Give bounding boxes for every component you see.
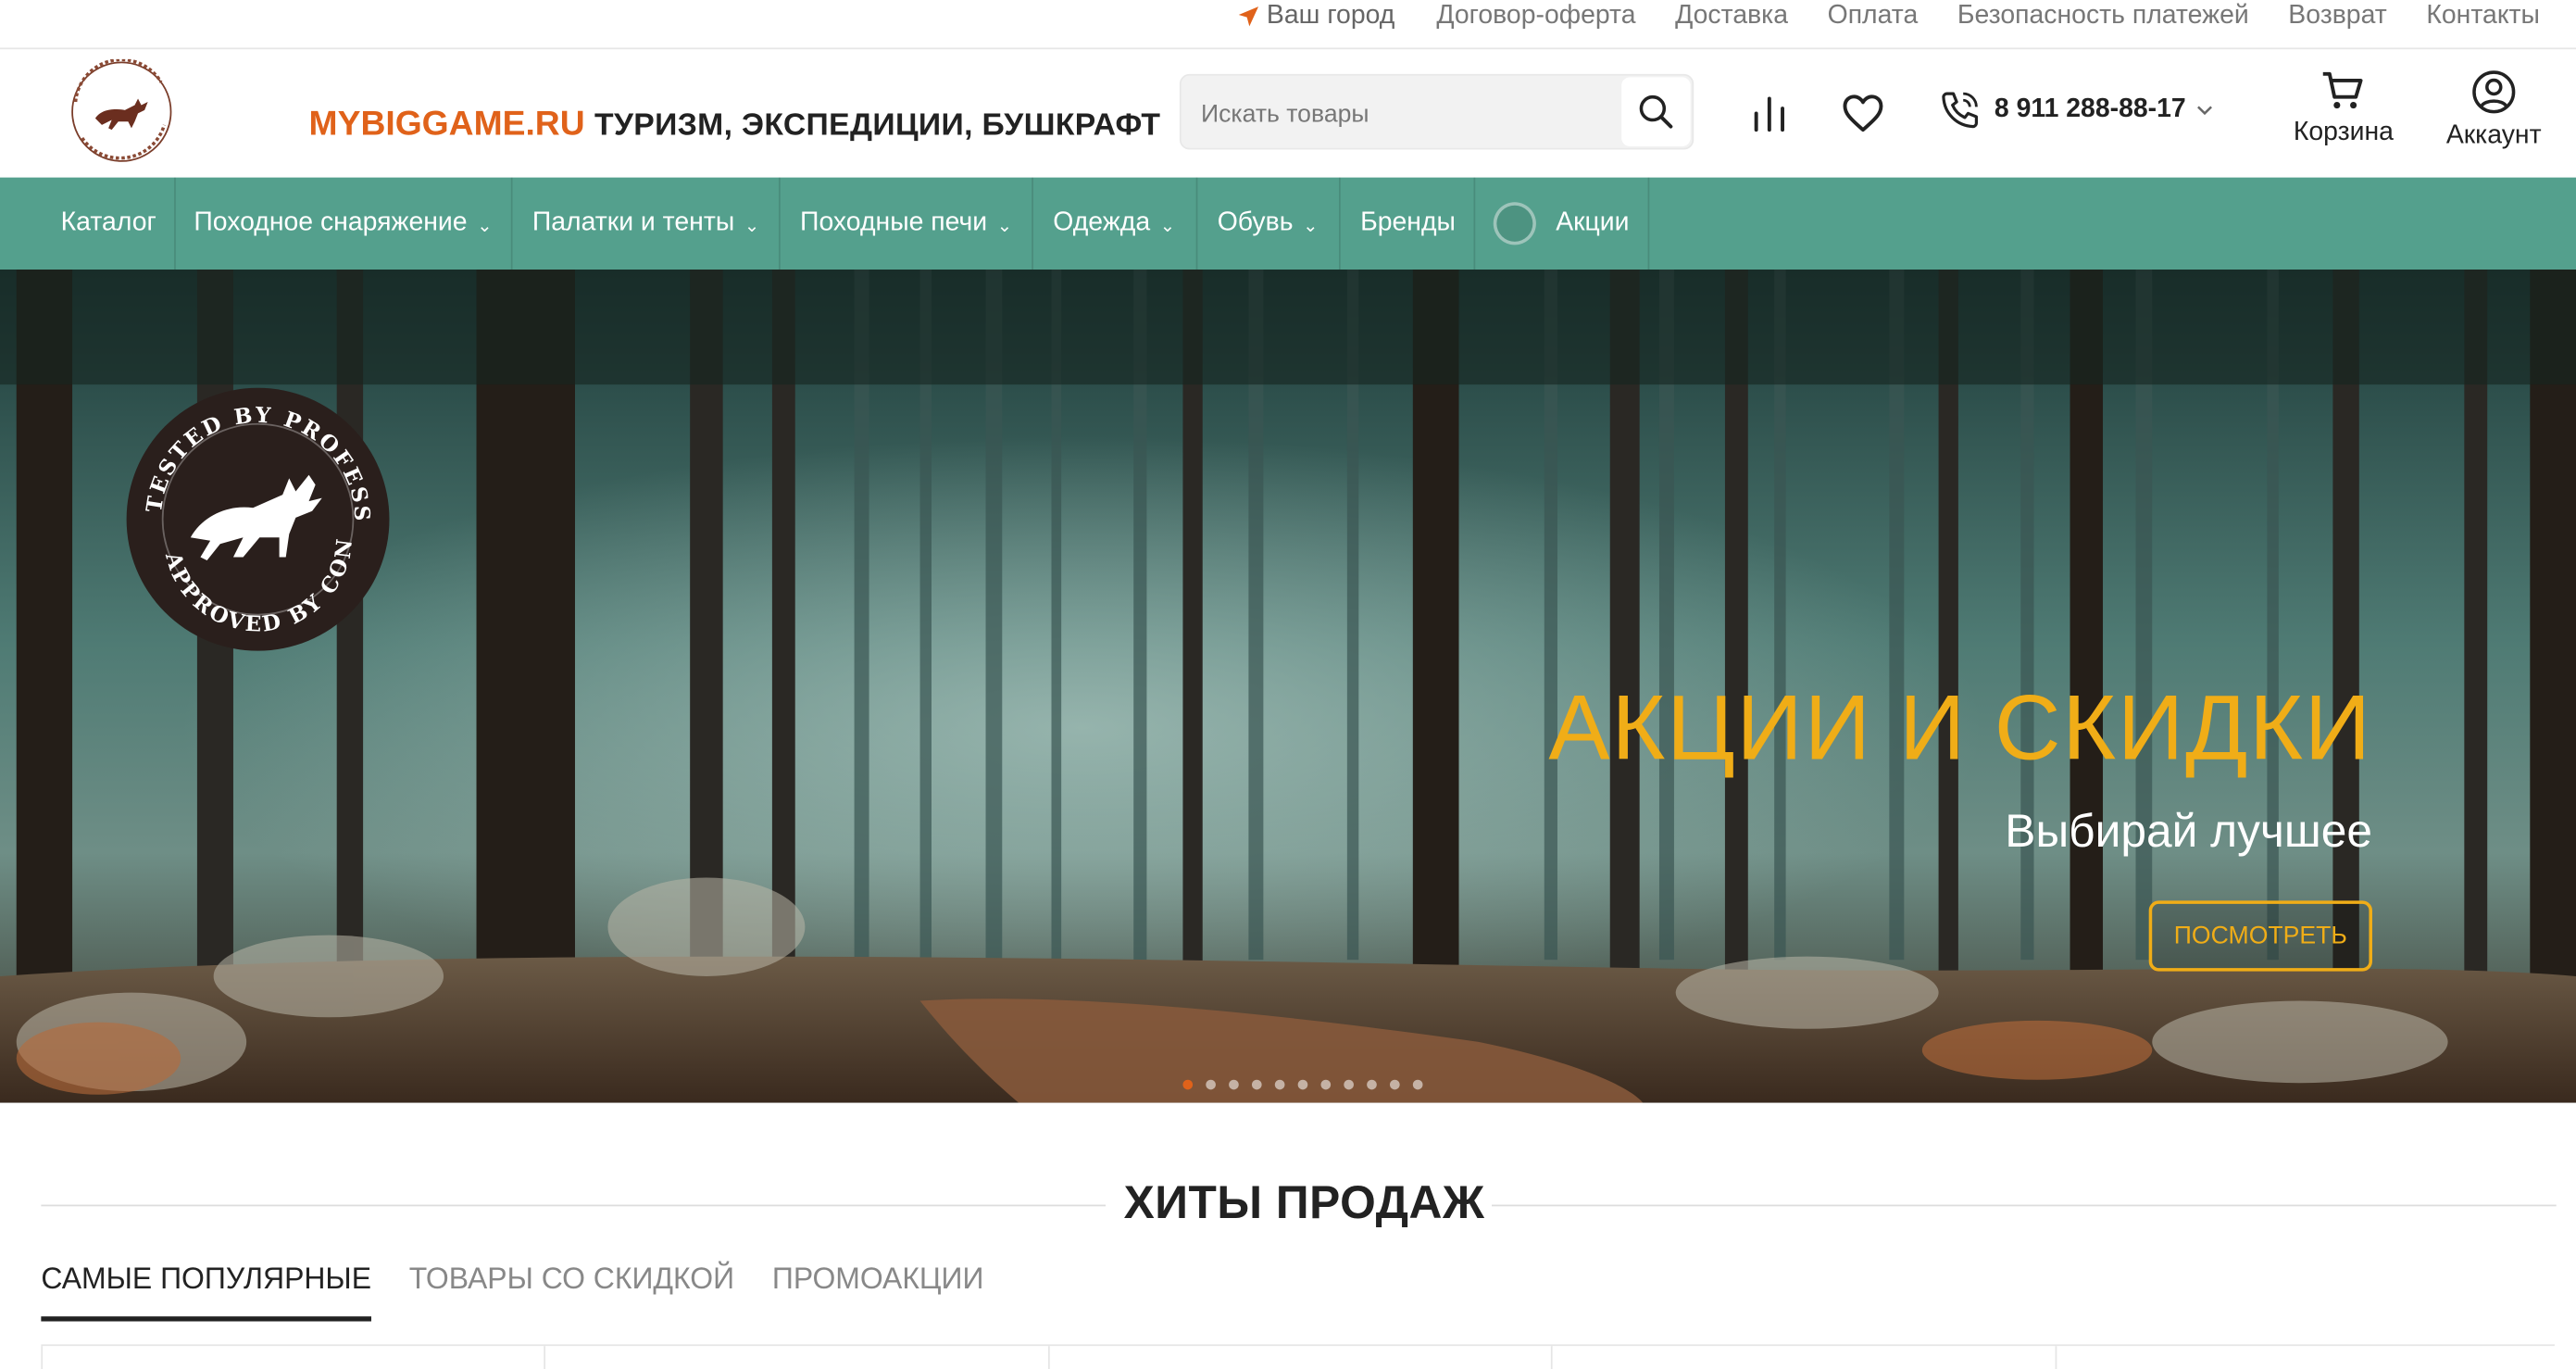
logo[interactable] (62, 58, 181, 165)
chevron-down-icon (2196, 106, 2212, 116)
slider-dot[interactable] (1389, 1079, 1400, 1090)
cart-icon (2323, 71, 2364, 109)
card-divider (544, 1346, 546, 1369)
nav-divider (1338, 177, 1341, 270)
link-payment[interactable]: Оплата (1828, 2, 1919, 31)
nav-promotions[interactable]: Акции (1493, 178, 1630, 270)
slider-dot[interactable] (1320, 1079, 1332, 1090)
slider-dot[interactable] (1274, 1079, 1285, 1090)
nav-divider (510, 177, 513, 270)
nav-brands-label: Бренды (1360, 208, 1456, 237)
title-rule-left (41, 1204, 1107, 1207)
compare-bars-icon (1754, 96, 1784, 132)
slider-dot[interactable] (1412, 1079, 1423, 1090)
nav-stoves-label: Походные печи (800, 208, 988, 237)
top-bar: Ваш город Договор-оферта Доставка Оплата… (0, 0, 2576, 50)
card-divider (41, 1346, 44, 1369)
section-title: ХИТЫ ПРОДАЖ (1123, 1176, 1485, 1228)
nav-catalog[interactable]: Каталог (61, 178, 156, 270)
slider-dot[interactable] (1206, 1079, 1216, 1090)
hero-view-button[interactable]: ПОСМОТРЕТЬ (2148, 900, 2372, 972)
search-icon (1639, 94, 1673, 129)
location-arrow-icon (1238, 6, 1259, 27)
section-tabs: САМЫЕ ПОПУЛЯРНЫЕ ТОВАРЫ СО СКИДКОЙ ПРОМО… (41, 1262, 1021, 1322)
bestsellers-header: ХИТЫ ПРОДАЖ (0, 1176, 2576, 1232)
link-return[interactable]: Возврат (2288, 2, 2386, 31)
nav-divider (1195, 177, 1198, 270)
heart-icon (1843, 94, 1883, 132)
search-input[interactable] (1197, 75, 1632, 152)
chevron-down-icon: ⌄ (477, 216, 493, 236)
nav-stoves[interactable]: Походные печи ⌄ (800, 178, 1012, 270)
city-selector[interactable]: Ваш город (1237, 0, 1394, 32)
chevron-down-icon: ⌄ (744, 216, 760, 236)
phone-contact[interactable]: 8 911 288-88-17 (1939, 89, 2227, 132)
nav-brands[interactable]: Бренды (1360, 178, 1456, 270)
title-rule-right (1492, 1204, 2557, 1207)
link-payment-security[interactable]: Безопасность платежей (1957, 2, 2249, 31)
tab-discounted[interactable]: ТОВАРЫ СО СКИДКОЙ (409, 1262, 734, 1322)
wishlist-button[interactable] (1840, 92, 1886, 134)
nav-divider (1032, 177, 1033, 270)
tab-most-popular[interactable]: САМЫЕ ПОПУЛЯРНЫЕ (41, 1262, 372, 1322)
link-offer[interactable]: Договор-оферта (1436, 2, 1635, 31)
search-box (1179, 73, 1694, 152)
link-contacts[interactable]: Контакты (2426, 2, 2540, 31)
slider-dot[interactable] (1367, 1079, 1377, 1090)
slider-dot[interactable] (1229, 1079, 1239, 1090)
account-button[interactable]: Аккаунт (2446, 69, 2542, 152)
phone-call-icon (1942, 92, 1978, 129)
promo-circle-icon (1493, 202, 1536, 245)
nav-footwear[interactable]: Обувь ⌄ (1218, 178, 1319, 270)
slider-dot[interactable] (1182, 1079, 1194, 1090)
cart-button[interactable]: Корзина (2294, 69, 2394, 148)
nav-divider (1647, 177, 1650, 270)
account-icon (2472, 70, 2516, 114)
phone-number: 8 911 288-88-17 (1994, 94, 2186, 124)
product-grid (41, 1344, 2555, 1369)
slider-dot[interactable] (1344, 1079, 1354, 1090)
cart-label: Корзина (2293, 118, 2394, 146)
search-button[interactable] (1621, 77, 1691, 146)
nav-tents-label: Палатки и тенты (531, 208, 735, 237)
nav-tents[interactable]: Палатки и тенты ⌄ (532, 178, 759, 270)
top-links: Договор-оферта Доставка Оплата Безопасно… (1397, 0, 2540, 32)
nav-catalog-label: Каталог (60, 208, 156, 237)
chevron-down-icon: ⌄ (1303, 216, 1319, 236)
slider-dot[interactable] (1297, 1079, 1308, 1090)
city-label: Ваш город (1266, 1, 1395, 30)
slider-dots (1182, 1079, 1423, 1090)
link-delivery[interactable]: Доставка (1675, 2, 1788, 31)
nav-divider (174, 177, 176, 270)
nav-clothing[interactable]: Одежда ⌄ (1053, 178, 1175, 270)
nav-hiking-gear[interactable]: Походное снаряжение ⌄ (194, 178, 492, 270)
card-divider (1550, 1346, 1553, 1369)
nav-hiking-gear-label: Походное снаряжение (194, 208, 468, 237)
tested-approved-badge: TESTED BY PROFESSIONALS APPROVED BY CONS… (125, 386, 390, 651)
brand-title[interactable]: MYBIGGAME.RU ТУРИЗМ, ЭКСПЕДИЦИИ, БУШКРАФ… (309, 106, 1161, 145)
chevron-down-icon: ⌄ (996, 216, 1013, 236)
brand-name: MYBIGGAME.RU (308, 105, 585, 144)
chevron-down-icon: ⌄ (1159, 216, 1176, 236)
card-divider (1047, 1346, 1050, 1369)
tab-promotions[interactable]: ПРОМОАКЦИИ (772, 1262, 984, 1322)
account-label: Аккаунт (2445, 121, 2542, 150)
slider-dot[interactable] (1251, 1079, 1262, 1090)
nav-promotions-label: Акции (1556, 208, 1630, 237)
brand-tagline: ТУРИЗМ, ЭКСПЕДИЦИИ, БУШКРАФТ (594, 108, 1161, 144)
main-nav: Каталог Походное снаряжение ⌄ Палатки и т… (0, 177, 2576, 270)
nav-clothing-label: Одежда (1053, 208, 1151, 237)
nav-footwear-label: Обувь (1217, 208, 1294, 237)
compare-button[interactable] (1748, 92, 1791, 134)
nav-divider (778, 177, 781, 270)
hero-subtitle: Выбирай лучшее (2005, 805, 2372, 857)
hero-title: АКЦИИ И СКИДКИ (1548, 675, 2372, 780)
nav-divider (1473, 177, 1476, 270)
card-divider (2055, 1346, 2057, 1369)
